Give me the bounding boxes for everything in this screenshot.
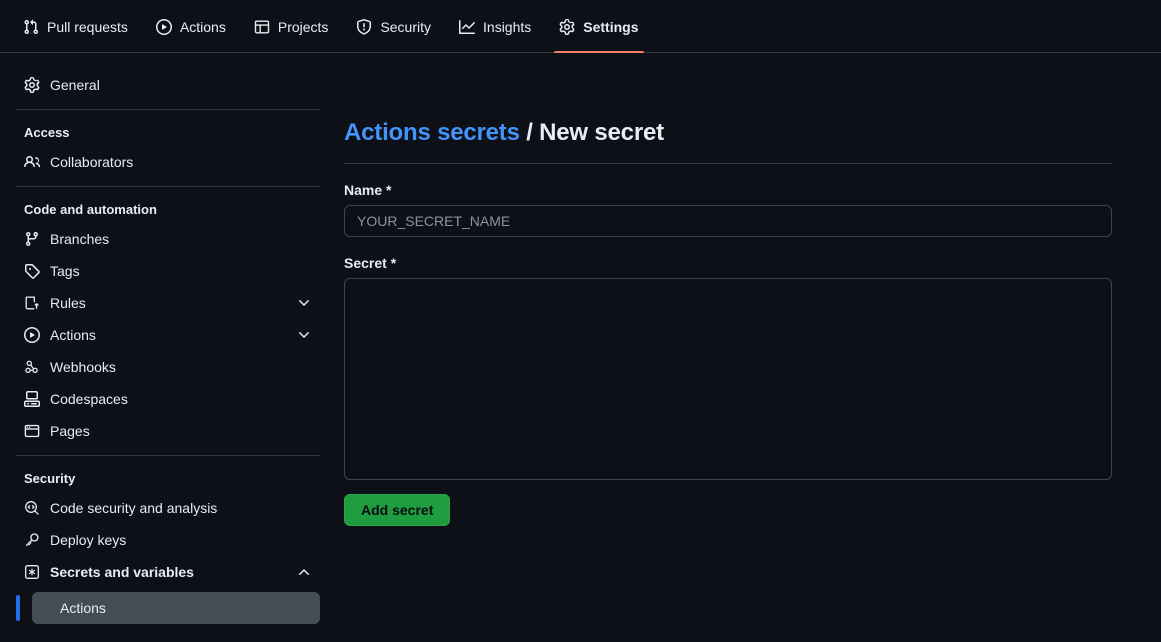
sidebar-group-access: Access: [24, 124, 70, 140]
sidebar-item-label: Actions: [50, 327, 96, 343]
people-icon: [24, 154, 41, 170]
webhook-icon: [24, 359, 40, 375]
sidebar-item-rules[interactable]: Rules: [16, 287, 320, 319]
repo-nav-bar: Pull requests Actions Projects Security …: [0, 0, 1161, 53]
nav-item-actions[interactable]: Actions: [143, 0, 239, 53]
sidebar-divider-3: [16, 455, 320, 456]
secret-field-label: Secret *: [344, 255, 397, 271]
graph-line-icon: [459, 19, 476, 35]
sidebar-item-branches[interactable]: Branches: [16, 223, 320, 255]
sidebar-group-code-automation: Code and automation: [24, 201, 157, 217]
table-grid-icon: [254, 19, 270, 35]
git-branch-icon: [24, 231, 40, 247]
sidebar-item-deploy-keys[interactable]: Deploy keys: [16, 524, 320, 556]
git-pull-request-icon: [23, 19, 39, 35]
secret-value-textarea[interactable]: [344, 278, 1112, 480]
browser-window-icon: [24, 423, 40, 439]
sidebar-item-pages[interactable]: Pages: [16, 415, 320, 447]
sidebar-item-label: Deploy keys: [50, 532, 127, 548]
asterisk-square-icon: [24, 564, 40, 580]
nav-label: Security: [380, 18, 432, 35]
sidebar-item-label: Codespaces: [50, 391, 128, 407]
sidebar-divider-1: [16, 109, 320, 110]
sidebar-divider-2: [16, 186, 320, 187]
play-circle-icon: [155, 18, 172, 35]
page-title: Actions secrets / New secret: [344, 119, 1112, 164]
breadcrumb-current: New secret: [539, 119, 664, 146]
tag-icon: [24, 263, 40, 279]
sidebar-subitem-label: Actions: [60, 600, 106, 616]
nav-item-pull-requests[interactable]: Pull requests: [10, 0, 141, 53]
code-scan-icon: [24, 500, 40, 516]
gear-icon: [559, 18, 575, 35]
codespaces-icon: [24, 391, 40, 407]
main-content: Actions secrets / New secret Name * Secr…: [336, 53, 1161, 642]
chevron-up-icon[interactable]: [296, 564, 312, 580]
nav-label: Pull requests: [47, 18, 128, 35]
sidebar-subitem-wrap-actions: Actions: [16, 592, 320, 624]
sidebar-item-webhooks[interactable]: Webhooks: [16, 351, 320, 383]
breadcrumb-link-actions-secrets[interactable]: Actions secrets: [344, 119, 520, 146]
nav-item-security[interactable]: Security: [343, 0, 444, 53]
sidebar-item-code-security-and-analysis[interactable]: Code security and analysis: [16, 492, 320, 524]
sidebar-item-label: Rules: [50, 295, 86, 311]
chevron-down-icon[interactable]: [296, 327, 312, 343]
breadcrumb-separator: /: [519, 119, 540, 146]
sidebar-subitem-actions[interactable]: Actions: [32, 592, 320, 624]
sidebar-item-label: Secrets and variables: [50, 564, 194, 580]
add-secret-button[interactable]: Add secret: [344, 494, 451, 526]
nav-label: Settings: [583, 18, 639, 35]
nav-label: Actions: [179, 18, 226, 35]
sidebar-item-actions[interactable]: Actions: [16, 319, 320, 351]
gear-icon: [24, 77, 40, 93]
sidebar-item-codespaces[interactable]: Codespaces: [16, 383, 320, 415]
nav-item-settings[interactable]: Settings: [546, 0, 651, 53]
chevron-down-icon[interactable]: [296, 295, 312, 311]
key-icon: [24, 532, 40, 548]
sidebar-item-label: General: [50, 77, 100, 93]
play-circle-icon: [24, 327, 40, 343]
sidebar-item-collaborators[interactable]: Collaborators: [16, 146, 320, 178]
sidebar-group-security: Security: [24, 470, 76, 486]
sidebar-item-label: Tags: [50, 263, 80, 279]
sidebar-item-label: Pages: [50, 423, 90, 439]
sidebar-item-tags[interactable]: Tags: [16, 255, 320, 287]
nav-item-projects[interactable]: Projects: [241, 0, 342, 53]
selected-indicator-bar: [16, 595, 20, 621]
nav-item-insights[interactable]: Insights: [446, 0, 544, 53]
sidebar-item-label: Branches: [50, 231, 110, 247]
sidebar-item-label: Webhooks: [50, 359, 116, 375]
sidebar-item-label: Collaborators: [50, 154, 134, 170]
nav-label: Projects: [277, 18, 329, 35]
sidebar-item-general[interactable]: General: [16, 69, 320, 101]
sidebar-item-secrets-and-variables[interactable]: Secrets and variables: [16, 556, 320, 588]
secret-name-input[interactable]: [344, 205, 1112, 237]
name-field-label: Name *: [344, 182, 392, 198]
shield-alert-icon: [356, 18, 372, 35]
nav-label: Insights: [483, 18, 532, 35]
settings-sidebar: General Access Collaborators Code and au…: [0, 53, 336, 642]
sidebar-item-label: Code security and analysis: [50, 500, 218, 516]
rules-book-icon: [24, 295, 40, 311]
